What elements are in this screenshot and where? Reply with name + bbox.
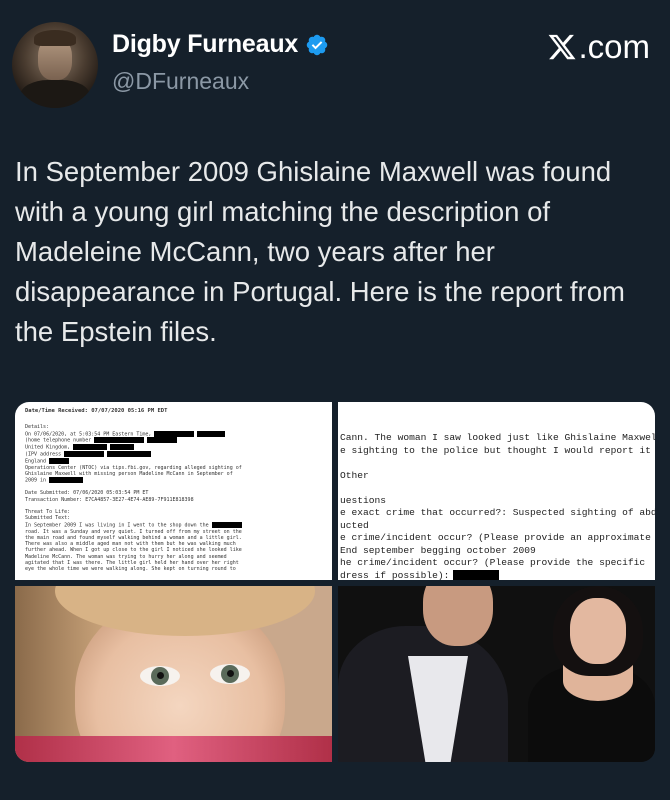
document-2-line: [340, 482, 655, 495]
document-2-line: e crime/incident occur? (Please provide …: [340, 532, 655, 543]
redaction-block: [211, 521, 242, 528]
redaction-block: [197, 430, 226, 437]
redaction-block: [49, 457, 70, 464]
girl-eye-right: [210, 664, 250, 684]
name-row: Digby Furneaux: [112, 30, 329, 59]
tweet-header: Digby Furneaux @DFurneaux .com: [0, 0, 670, 120]
document-1-line: 2009 in: [25, 477, 322, 484]
man-head: [423, 586, 493, 646]
document-1-lines: Details: On 07/06/2020, at 5:03:54 PM Eas…: [25, 424, 322, 572]
document-1-line: eye the whole time we were walking along…: [25, 566, 236, 573]
girl-eye-left: [140, 666, 180, 686]
couple-photo[interactable]: [338, 586, 655, 762]
girl-shirt: [15, 736, 332, 762]
document-2-lines: Cann. The woman I saw looked just like G…: [338, 402, 655, 580]
document-2-line: e sighting to the police but thought I w…: [340, 444, 655, 456]
redaction-block: [154, 430, 195, 437]
redaction-block: [110, 444, 135, 451]
document-2-line: e exact crime that occurred?: Suspected …: [340, 507, 655, 518]
handle[interactable]: @DFurneaux: [112, 68, 249, 95]
document-2-line: dress if possible):: [340, 569, 655, 580]
document-1-content: Date/Time Received: 07/07/2020 05:16 PM …: [15, 402, 332, 579]
document-1-line: (IPV address: [25, 450, 322, 458]
document-1-line: In September 2009 I was living in I went…: [25, 521, 322, 529]
document-1-line: England: [25, 457, 322, 465]
display-name[interactable]: Digby Furneaux: [112, 30, 298, 59]
redaction-block: [147, 437, 178, 444]
document-2-line: [340, 457, 655, 470]
document-image-2[interactable]: Cann. The woman I saw looked just like G…: [338, 402, 655, 580]
brand-logo: .com: [547, 28, 650, 66]
redaction-block: [107, 450, 152, 457]
avatar-body: [20, 80, 90, 108]
document-1-line: On 07/06/2020, at 5:03:54 PM Eastern Tim…: [25, 430, 322, 438]
document-2-line: ucted: [340, 519, 369, 531]
brand-text: .com: [578, 28, 650, 65]
document-2-line: Cann. The woman I saw looked just like G…: [340, 432, 655, 443]
redaction-block: [94, 437, 145, 444]
avatar[interactable]: [12, 22, 98, 108]
document-1-header: Date/Time Received: 07/07/2020 05:16 PM …: [25, 408, 168, 414]
document-2-line: End september begging october 2009: [340, 544, 536, 556]
girl-photo[interactable]: [15, 586, 332, 762]
document-2-line: uestions: [340, 494, 387, 506]
document-2-line: Other: [340, 469, 369, 481]
avatar-hair: [34, 30, 76, 46]
redaction-block: [73, 444, 108, 451]
redaction-block: [453, 569, 500, 580]
document-image-1[interactable]: Date/Time Received: 07/07/2020 05:16 PM …: [15, 402, 332, 580]
woman-face: [570, 598, 626, 664]
tweet-text: In September 2009 Ghislaine Maxwell was …: [15, 156, 625, 347]
redaction-block: [49, 477, 84, 484]
document-2-line: he crime/incident occur? (Please provide…: [340, 557, 646, 568]
x-logo-icon: [549, 34, 577, 60]
document-1-line: United Kingdom,: [25, 444, 322, 451]
redaction-block: [64, 450, 105, 457]
verified-badge-icon: [306, 34, 328, 55]
document-1-line: (home telephone number: [25, 437, 322, 444]
media-grid: Date/Time Received: 07/07/2020 05:16 PM …: [15, 402, 655, 762]
